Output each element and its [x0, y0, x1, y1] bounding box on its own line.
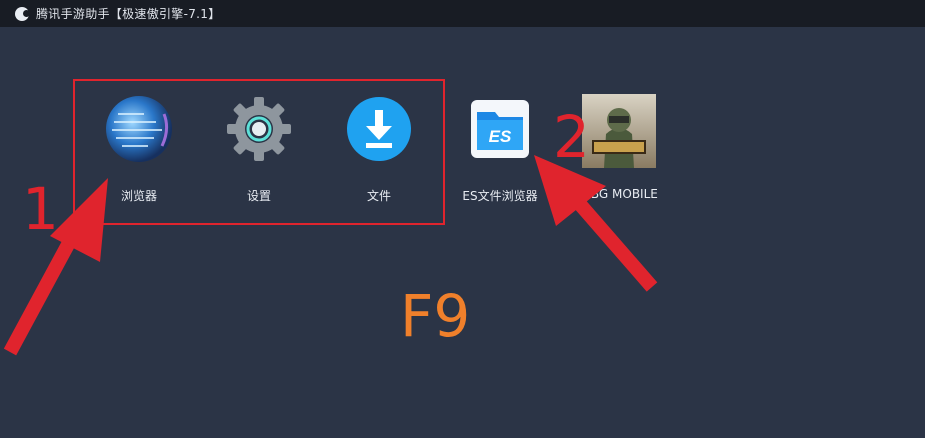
- annotation-arrows: [3, 155, 658, 356]
- red-arrow-1: [3, 178, 108, 356]
- hotkey-label: F9: [400, 282, 471, 350]
- red-arrow-2: [534, 155, 658, 292]
